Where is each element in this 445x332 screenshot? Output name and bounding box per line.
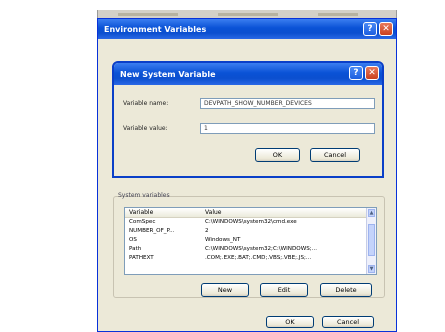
environment-variables-titlebar[interactable]: Environment Variables ? ✕ (98, 19, 396, 39)
variable-name-input[interactable]: DEVPATH_SHOW_NUMBER_DEVICES (200, 98, 375, 109)
new-system-variable-titlebar[interactable]: New System Variable ? ✕ (114, 63, 382, 85)
row-variable: NUMBER_OF_P... (129, 228, 175, 234)
variable-value-input[interactable]: 1 (200, 123, 375, 134)
table-row[interactable]: PATHEXT .COM;.EXE;.BAT;.CMD;.VBS;.VBE;.J… (125, 254, 366, 263)
scroll-thumb[interactable] (368, 224, 375, 256)
system-variables-list[interactable]: Variable Value ComSpec C:\WINDOWS\system… (124, 207, 377, 275)
delete-variable-button[interactable]: Delete (320, 283, 372, 297)
dialog-title: New System Variable (120, 69, 216, 79)
env-cancel-button[interactable]: Cancel (322, 316, 374, 328)
row-value: C:\WINDOWS\system32;C:\WINDOWS;... (205, 246, 317, 252)
close-icon[interactable]: ✕ (379, 22, 393, 36)
dialog-cancel-button[interactable]: Cancel (310, 148, 360, 162)
table-row[interactable]: ComSpec C:\WINDOWS\system32\cmd.exe (125, 218, 366, 227)
row-variable: ComSpec (129, 219, 156, 225)
edit-variable-button[interactable]: Edit (260, 283, 308, 297)
row-variable: OS (129, 237, 137, 243)
new-variable-button[interactable]: New (201, 283, 249, 297)
list-scrollbar[interactable]: ▲ ▼ (366, 208, 376, 274)
env-ok-button[interactable]: OK (266, 316, 314, 328)
table-row[interactable]: OS Windows_NT (125, 236, 366, 245)
variable-value-label: Variable value: (123, 125, 168, 132)
dialog-ok-button[interactable]: OK (255, 148, 300, 162)
scroll-up-icon[interactable]: ▲ (368, 209, 375, 217)
column-header-value[interactable]: Value (205, 208, 221, 217)
row-value: 2 (205, 228, 209, 234)
row-value: C:\WINDOWS\system32\cmd.exe (205, 219, 297, 225)
row-value: .COM;.EXE;.BAT;.CMD;.VBS;.VBE;.JS;... (205, 255, 312, 261)
table-row[interactable]: NUMBER_OF_P... 2 (125, 227, 366, 236)
variable-name-label: Variable name: (123, 100, 169, 107)
row-variable: PATHEXT (129, 255, 154, 261)
row-value: Windows_NT (205, 237, 241, 243)
help-icon[interactable]: ? (349, 66, 363, 80)
system-variables-label: System variables (118, 192, 170, 199)
list-header: Variable Value (125, 208, 366, 218)
scroll-down-icon[interactable]: ▼ (368, 265, 375, 273)
close-icon[interactable]: ✕ (365, 66, 379, 80)
row-variable: Path (129, 246, 142, 252)
help-icon[interactable]: ? (363, 22, 377, 36)
window-title: Environment Variables (104, 24, 207, 34)
column-header-variable[interactable]: Variable (129, 208, 153, 217)
table-row[interactable]: Path C:\WINDOWS\system32;C:\WINDOWS;... (125, 245, 366, 254)
